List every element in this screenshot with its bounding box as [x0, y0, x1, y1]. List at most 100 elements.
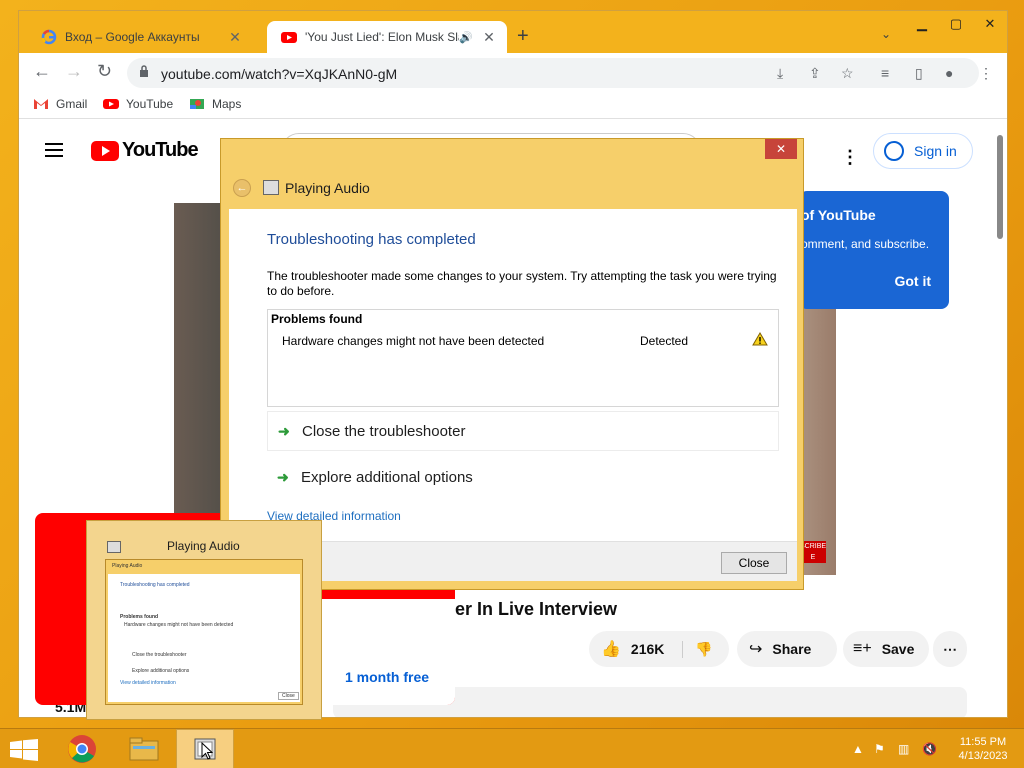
preview-option: Close the troubleshooter	[132, 652, 187, 658]
media-control-icon[interactable]: ≡	[881, 65, 889, 81]
tab-google-accounts[interactable]: Вход – Google Аккаунты ✕	[27, 21, 253, 53]
signin-tooltip: of YouTube omment, and subscribe. Got it	[799, 191, 949, 309]
explore-options-option[interactable]: ➜ Explore additional options	[267, 457, 779, 497]
preview-heading: Troubleshooting has completed	[120, 582, 190, 588]
preview-close-button: Close	[278, 692, 299, 700]
menu-icon[interactable]: ⋮	[979, 65, 993, 82]
preview-problem-name: Hardware changes might not have been det…	[124, 622, 234, 628]
youtube-icon	[281, 32, 297, 43]
close-icon[interactable]: ✕	[227, 29, 243, 46]
more-icon: ⋯	[943, 640, 957, 657]
close-icon[interactable]: ✕	[481, 29, 497, 46]
problem-name: Hardware changes might not have been det…	[282, 334, 545, 348]
preview-title: Playing Audio	[167, 539, 240, 553]
green-arrow-icon: ➜	[278, 422, 290, 439]
tab-youtube-video[interactable]: 'You Just Lied': Elon Musk Sla 🔊 ✕	[267, 21, 507, 53]
warning-icon	[752, 332, 768, 346]
mouse-cursor-icon	[201, 742, 213, 760]
tab-title: 'You Just Lied': Elon Musk Sla	[305, 30, 460, 44]
minimize-button[interactable]: ▁	[905, 13, 939, 35]
page-scrollbar[interactable]	[997, 135, 1003, 239]
network-icon[interactable]: ▥	[898, 742, 909, 756]
bookmark-label: Maps	[212, 97, 242, 111]
clock-date: 4/13/2023	[958, 750, 1008, 762]
more-actions-button[interactable]: ⋯	[933, 631, 967, 667]
completion-message: The troubleshooter made some changes to …	[267, 269, 777, 298]
profile-icon[interactable]: ●	[945, 65, 953, 81]
back-arrow-icon[interactable]: ←	[233, 179, 251, 197]
window-close-button[interactable]: ✕	[973, 13, 1007, 35]
like-count: 216K	[630, 641, 665, 657]
windows-start-icon[interactable]	[10, 739, 38, 761]
system-clock[interactable]: 11:55 PM 4/13/2023	[950, 735, 1016, 763]
maps-icon	[190, 99, 204, 109]
bookmark-star-icon[interactable]: ☆	[841, 65, 854, 82]
account-icon	[884, 141, 904, 161]
troubleshooter-icon	[107, 541, 121, 553]
install-icon[interactable]: ⤓	[777, 65, 783, 82]
address-bar[interactable]: youtube.com/watch?v=XqJKAnN0-gM ⤓ ⇪ ☆	[127, 58, 979, 88]
volume-muted-icon[interactable]: 🔇	[922, 742, 937, 756]
problems-header: Problems found	[271, 312, 363, 326]
forward-icon[interactable]: →	[65, 61, 83, 82]
side-panel-icon[interactable]: ▯	[915, 65, 923, 82]
speaker-icon[interactable]: 🔊	[459, 31, 473, 44]
youtube-logo[interactable]: YouTube	[91, 139, 199, 162]
thumbs-up-icon[interactable]: 👍	[601, 639, 621, 659]
back-icon[interactable]: ←	[33, 61, 51, 82]
gmail-icon	[34, 99, 48, 109]
tab-search-icon[interactable]: ⌄	[881, 27, 891, 41]
premium-offer-label[interactable]: 1 month free	[345, 669, 429, 685]
bookmark-youtube[interactable]: YouTube	[103, 97, 173, 111]
taskbar-thumbnail-preview[interactable]: Playing Audio Playing Audio Troubleshoot…	[86, 520, 322, 720]
share-arrow-icon: ↪	[749, 641, 763, 658]
youtube-play-icon	[91, 140, 119, 161]
new-tab-button[interactable]: +	[517, 25, 529, 48]
taskbar-chrome[interactable]	[52, 729, 112, 768]
bookmarks-bar: Gmail YouTube Maps	[19, 91, 1007, 119]
save-button[interactable]: ≡+ Save	[843, 631, 929, 667]
taskbar: ▲ ⚑ ▥ 🔇 11:55 PM 4/13/2023	[0, 728, 1024, 768]
bookmark-label: YouTube	[126, 97, 174, 111]
youtube-logo-text: YouTube	[122, 139, 199, 161]
bookmark-gmail[interactable]: Gmail	[33, 97, 87, 111]
tab-strip: Вход – Google Аккаунты ✕ 'You Just Lied'…	[19, 11, 1007, 53]
like-dislike-group[interactable]: 👍 216K 👎	[589, 631, 729, 667]
preview-problems-header: Problems found	[120, 614, 159, 620]
google-icon	[41, 29, 57, 45]
troubleshooter-icon	[263, 180, 279, 195]
hamburger-menu-icon[interactable]	[45, 143, 63, 157]
share-button[interactable]: ↪ Share	[737, 631, 837, 667]
settings-kebab-icon[interactable]: ⋮	[841, 147, 859, 168]
sign-in-button[interactable]: Sign in	[873, 133, 973, 169]
preview-dialog-title: Playing Audio	[112, 563, 143, 569]
bookmark-maps[interactable]: Maps	[189, 97, 241, 111]
save-label: Save	[881, 641, 915, 657]
preview-option: Explore additional options	[132, 668, 190, 674]
share-icon[interactable]: ⇪	[809, 65, 821, 82]
got-it-button[interactable]: Got it	[894, 273, 931, 289]
reload-icon[interactable]: ↻	[97, 61, 112, 82]
thumbs-down-icon[interactable]: 👎	[682, 640, 713, 658]
option-label: Explore additional options	[301, 468, 473, 486]
dialog-close-icon[interactable]: ✕	[765, 139, 797, 159]
browser-toolbar: ← → ↻ youtube.com/watch?v=XqJKAnN0-gM ⤓ …	[19, 53, 1007, 91]
close-troubleshooter-option[interactable]: ➜ Close the troubleshooter	[267, 411, 779, 451]
sign-in-label: Sign in	[914, 143, 957, 159]
video-title: er In Live Interview	[455, 599, 618, 619]
tab-title: Вход – Google Аккаунты	[65, 30, 200, 44]
dialog-title: Playing Audio	[285, 180, 370, 196]
maximize-button[interactable]: ▢	[939, 13, 973, 35]
action-center-flag-icon[interactable]: ⚑	[874, 742, 885, 756]
clock-time: 11:55 PM	[959, 736, 1007, 748]
lock-icon	[140, 65, 148, 77]
chrome-icon	[68, 735, 96, 763]
problem-status: Detected	[640, 334, 689, 348]
close-button[interactable]: Close	[721, 552, 787, 574]
folder-icon	[129, 737, 159, 761]
show-hidden-icons[interactable]: ▲	[852, 742, 864, 756]
bookmark-label: Gmail	[56, 97, 88, 111]
taskbar-file-explorer[interactable]	[114, 729, 174, 768]
playlist-add-icon: ≡+	[853, 640, 872, 657]
tooltip-title: of YouTube	[801, 207, 876, 223]
